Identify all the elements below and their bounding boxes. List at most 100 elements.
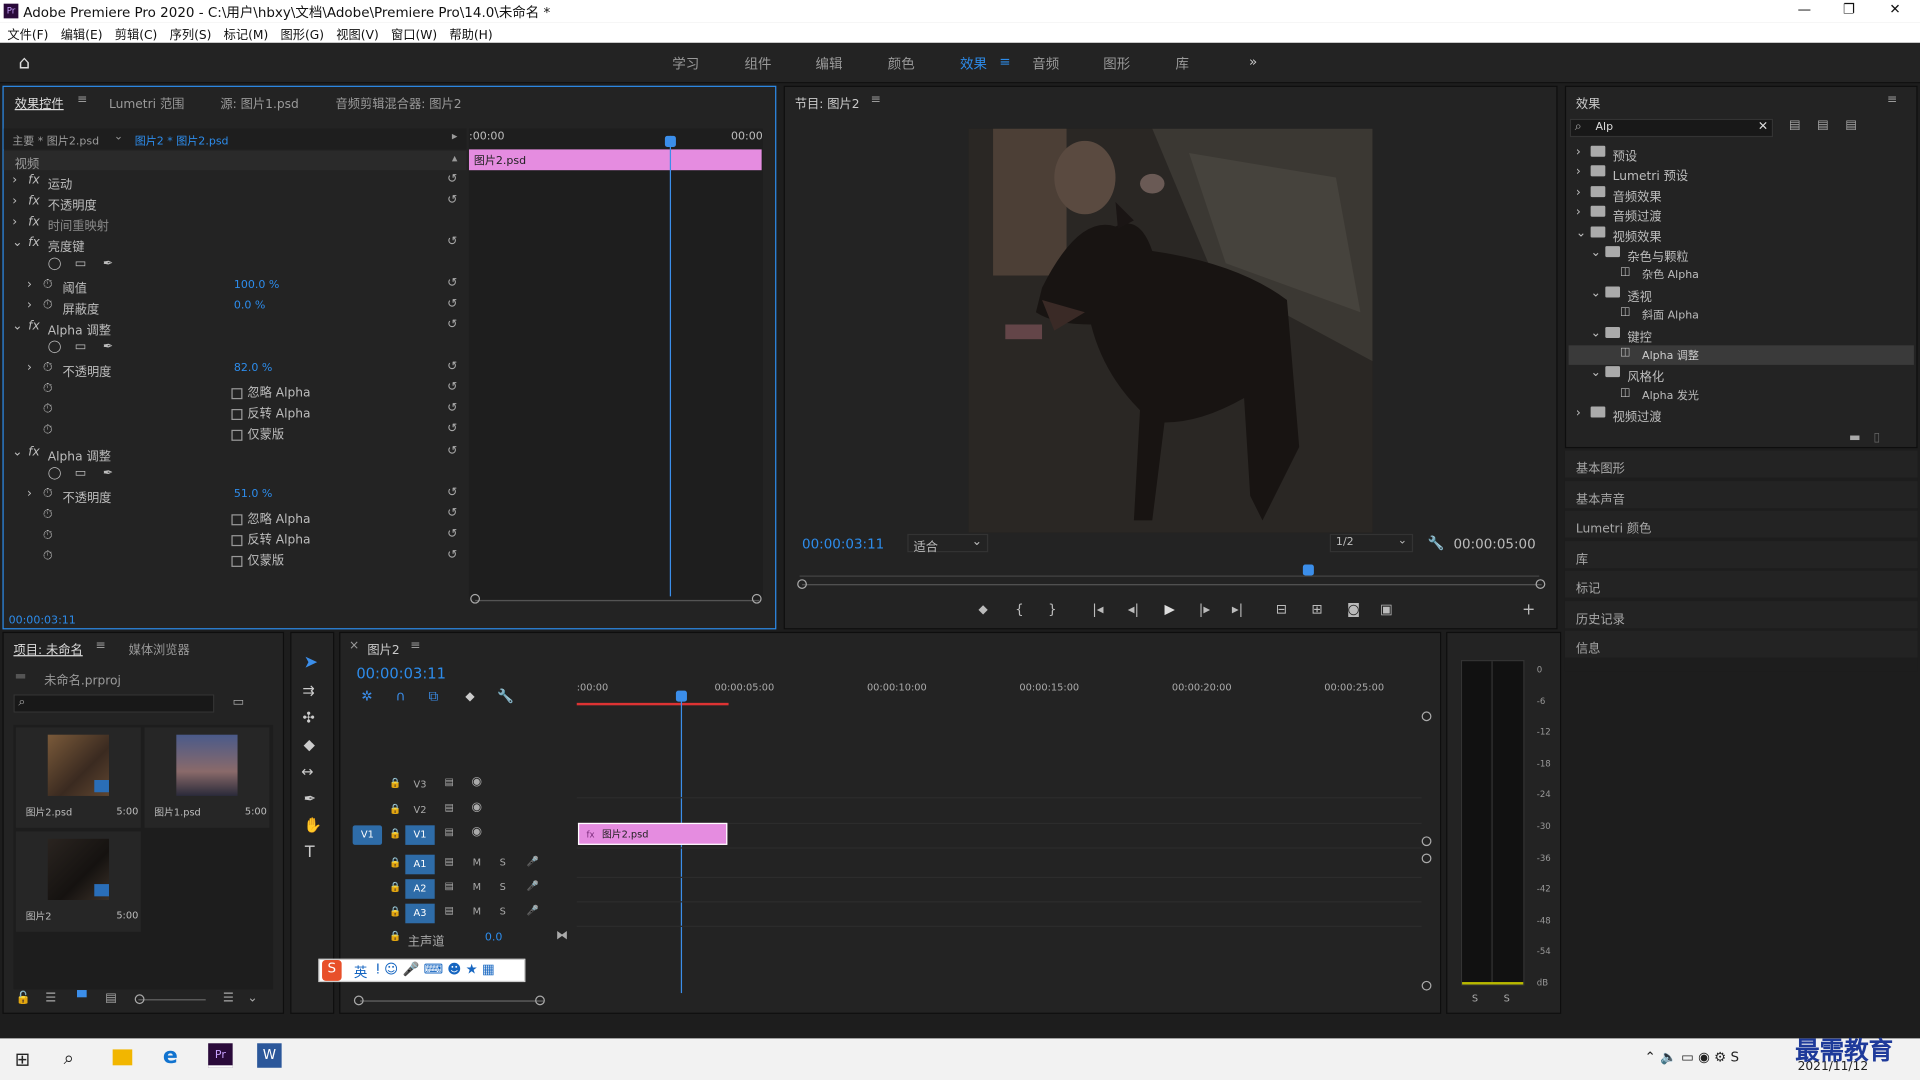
effect-row[interactable]: ⏱ 反转 Alpha ↺ — [4, 527, 467, 548]
mark-in-icon[interactable]: { — [1015, 601, 1024, 617]
slip-tool-icon[interactable]: ↔ — [301, 763, 313, 780]
razor-tool-icon[interactable]: ◆ — [304, 736, 315, 753]
sync-lock-icon[interactable]: ▤ — [444, 880, 453, 891]
freeform-view-icon[interactable]: ▤ — [105, 992, 117, 1005]
effects-search-box[interactable]: ⌕ Alp ✕ — [1569, 118, 1774, 138]
checkbox[interactable] — [231, 513, 243, 525]
workspace-assembly[interactable]: 组件 — [744, 54, 771, 74]
collapse-icon[interactable]: ▴ — [452, 153, 458, 165]
expand-icon[interactable]: ⌄ — [1591, 367, 1601, 380]
stopwatch-icon[interactable]: ⏱ — [43, 550, 53, 563]
lock-icon[interactable]: 🔒 — [389, 828, 401, 839]
solo-button[interactable]: S — [500, 857, 506, 868]
effect-row[interactable]: › fx 不透明度 ↺ — [4, 192, 467, 213]
effect-value[interactable]: 0.0 % — [234, 300, 266, 312]
project-item[interactable]: 图片1.psd 5:00 — [144, 727, 270, 828]
timeline-title[interactable]: 图片2 — [367, 639, 399, 657]
timeline-playhead-handle[interactable] — [675, 690, 687, 702]
menu-edit[interactable]: 编辑(E) — [61, 24, 103, 42]
scroll-handle-right-icon[interactable] — [751, 593, 762, 604]
edge-browser-icon[interactable]: e — [163, 1043, 178, 1069]
expand-icon[interactable]: › — [12, 174, 17, 187]
expand-icon[interactable]: › — [1576, 146, 1581, 159]
eye-icon[interactable]: ◉ — [471, 825, 482, 838]
source-patch-button[interactable]: V1 — [352, 825, 383, 845]
expand-icon[interactable]: › — [1576, 186, 1581, 199]
windows-start-icon[interactable]: ⊞ — [15, 1048, 30, 1070]
voiceover-icon[interactable]: 🎤 — [527, 856, 539, 867]
track-target-button[interactable]: A1 — [405, 854, 435, 875]
effect-value[interactable]: 100.0 % — [234, 279, 280, 291]
fit-dropdown[interactable]: 适合 ⌄ — [907, 533, 989, 555]
voiceover-icon[interactable]: 🎤 — [527, 905, 539, 916]
stopwatch-icon[interactable]: ⏱ — [43, 529, 53, 542]
reset-icon[interactable]: ↺ — [447, 235, 457, 248]
workspace-editing[interactable]: 编辑 — [816, 54, 843, 74]
extract-icon[interactable]: ⊞ — [1311, 601, 1322, 617]
type-tool-icon[interactable]: T — [305, 844, 315, 862]
workspace-audio[interactable]: 音频 — [1032, 54, 1059, 74]
minimize-icon[interactable]: — — [1798, 1, 1811, 17]
tab-source[interactable]: 源: 图片1.psd — [220, 93, 298, 111]
effects-tree-item[interactable]: ◫ 杂色 Alpha — [1569, 265, 1914, 285]
workspace-color[interactable]: 颜色 — [888, 54, 915, 74]
expand-icon[interactable]: › — [1576, 166, 1581, 179]
panel-section-5[interactable]: 历史记录 — [1564, 600, 1918, 628]
expand-icon[interactable]: › — [1576, 206, 1581, 219]
expand-icon[interactable]: ⌄ — [12, 236, 22, 249]
sync-lock-icon[interactable]: ▤ — [444, 905, 453, 916]
sync-lock-icon[interactable]: ▤ — [444, 827, 453, 838]
effects-tree-item[interactable]: › 音频过渡 — [1569, 205, 1914, 224]
effects-tree-item[interactable]: › 视频过渡 — [1569, 406, 1914, 425]
rectangle-mask-icon[interactable]: ▭ — [75, 257, 87, 270]
timeline-timecode[interactable]: 00:00:03:11 — [356, 665, 446, 682]
effect-value[interactable]: 82.0 % — [234, 362, 273, 374]
ec-playhead-handle[interactable] — [664, 135, 676, 147]
expand-icon[interactable]: › — [27, 278, 32, 291]
chevron-down-icon[interactable]: ⌄ — [247, 992, 257, 1005]
quality-dropdown[interactable]: 1/2 ⌄ — [1329, 533, 1414, 553]
stopwatch-icon[interactable]: ⏱ — [43, 424, 53, 437]
effect-row[interactable]: ⏱ 忽略 Alpha ↺ — [4, 506, 467, 527]
reset-icon[interactable]: ↺ — [447, 549, 457, 562]
stopwatch-icon[interactable]: ⏱ — [43, 382, 53, 395]
workspace-learn[interactable]: 学习 — [672, 54, 699, 74]
mute-button[interactable]: M — [473, 882, 481, 893]
ime-language[interactable]: 英 — [354, 962, 367, 982]
project-item[interactable]: 图片2.psd 5:00 — [15, 727, 141, 828]
pen-mask-icon[interactable]: ✒ — [103, 257, 113, 270]
sort-icon[interactable]: ☰ — [223, 992, 234, 1005]
effects-tree-item[interactable]: › 音频效果 — [1569, 185, 1914, 204]
track-target-button[interactable]: A2 — [405, 879, 435, 899]
lock-icon[interactable]: 🔒 — [389, 803, 401, 814]
step-back-icon[interactable]: ◂| — [1128, 601, 1139, 617]
scroll-handle-icon[interactable] — [1421, 853, 1432, 864]
menu-file[interactable]: 文件(F) — [7, 24, 48, 42]
play-only-icon[interactable]: ▸ — [452, 131, 458, 143]
program-time-ruler[interactable] — [799, 567, 1540, 577]
search-icon[interactable]: ⌕ — [64, 1047, 74, 1069]
effect-row[interactable]: ⌄ fx Alpha 调整 ↺ — [4, 443, 467, 464]
menu-help[interactable]: 帮助(H) — [449, 24, 492, 42]
compare-view-icon[interactable]: ▣ — [1380, 601, 1393, 617]
effects-tree-item[interactable]: ⌄ 杂色与颗粒 — [1569, 245, 1914, 264]
eye-icon[interactable]: ◉ — [471, 801, 482, 814]
track-target-button[interactable]: V3 — [405, 775, 434, 795]
panel-section-0[interactable]: 基本图形 — [1564, 450, 1918, 478]
reset-icon[interactable]: ↺ — [447, 277, 457, 290]
effects-tree-item[interactable]: ⌄ 键控 — [1569, 325, 1914, 345]
lock-icon[interactable]: 🔒 — [389, 931, 401, 942]
lock-icon[interactable]: 🔒 — [389, 882, 401, 893]
expand-icon[interactable]: ⌄ — [1576, 226, 1586, 239]
reset-icon[interactable]: ↺ — [447, 298, 457, 311]
scroll-handle-left-icon[interactable] — [797, 579, 807, 589]
reset-icon[interactable]: ↺ — [447, 402, 457, 415]
rectangle-mask-icon[interactable]: ▭ — [75, 467, 87, 480]
checkbox[interactable] — [231, 408, 243, 420]
expand-icon[interactable]: ⌄ — [1591, 286, 1601, 299]
panel-section-6[interactable]: 信息 — [1564, 630, 1918, 658]
panel-menu-icon[interactable]: ≡ — [77, 93, 87, 106]
zoom-slider-handle[interactable] — [134, 994, 145, 1005]
eye-icon[interactable]: ◉ — [471, 775, 482, 788]
menu-marker[interactable]: 标记(M) — [224, 24, 269, 42]
